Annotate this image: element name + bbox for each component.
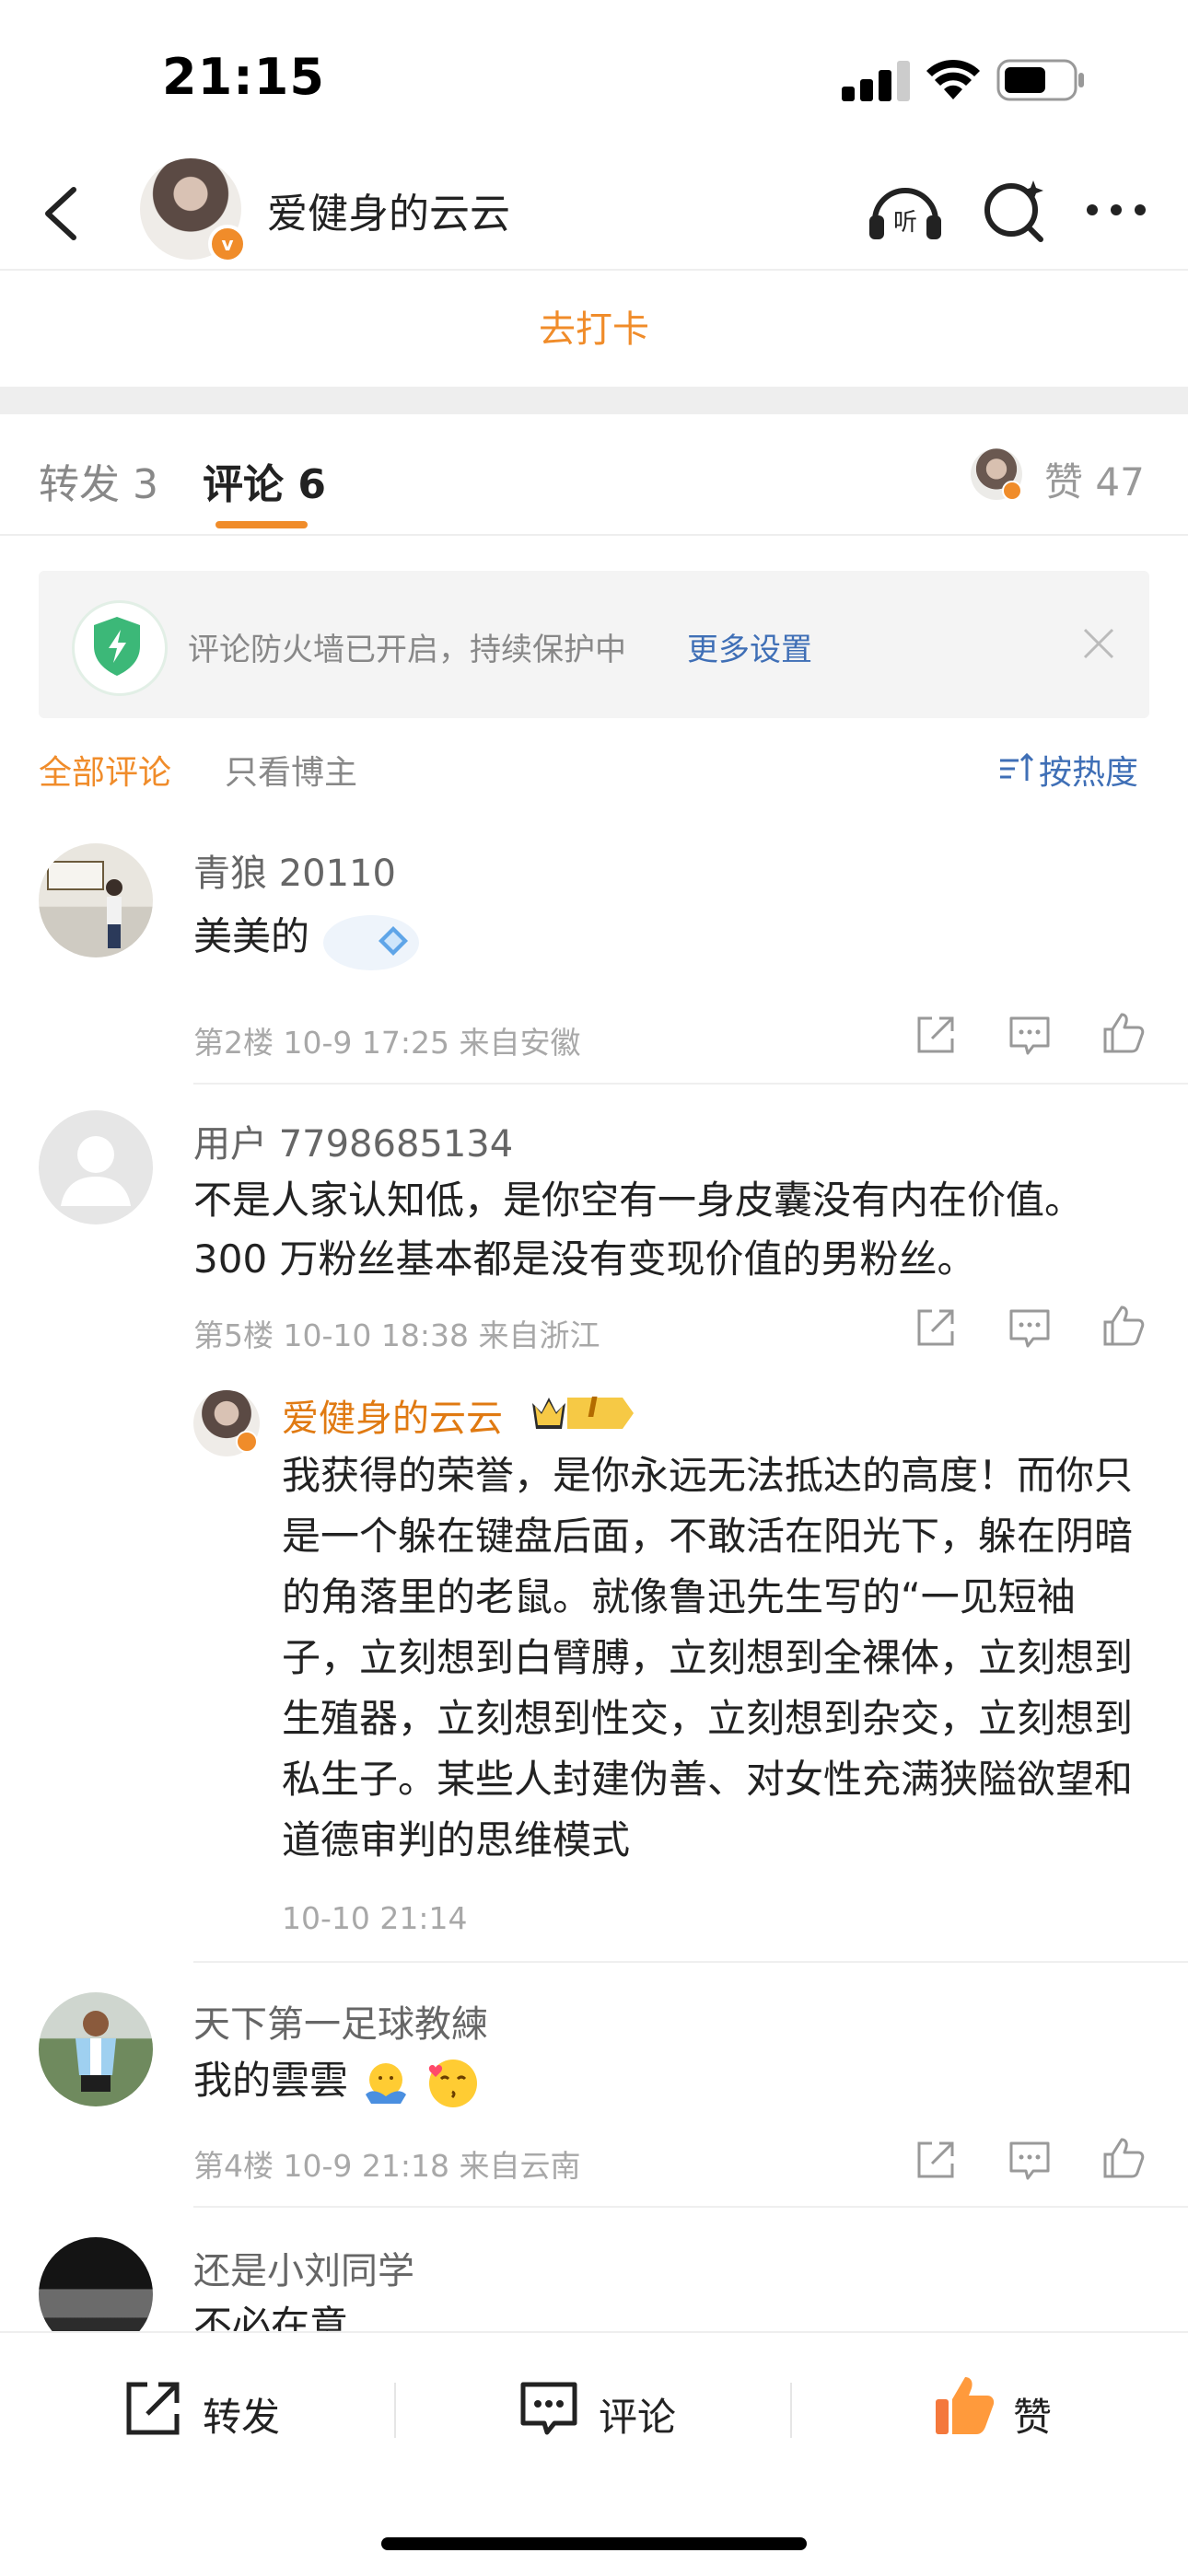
comment-separator bbox=[193, 1961, 1188, 1963]
sort-icon[interactable] bbox=[998, 749, 1035, 786]
battery-icon bbox=[996, 59, 1084, 101]
comment-meta: 第4楼 10-9 21:18 来自云南 bbox=[193, 2148, 581, 2184]
comment-icon[interactable] bbox=[1006, 1304, 1054, 1352]
section-band bbox=[0, 387, 1188, 414]
status-time: 21:15 bbox=[162, 48, 325, 106]
shield-icon-wrap bbox=[72, 600, 168, 696]
comment-username[interactable]: 天下第一足球教練 bbox=[193, 1994, 488, 2048]
comment-text-content: 我的雲雲 bbox=[193, 2058, 349, 2103]
crown-badge-icon bbox=[532, 1398, 634, 1429]
like-icon[interactable] bbox=[1100, 1009, 1147, 1057]
like-button[interactable]: 赞 bbox=[1013, 2386, 1052, 2443]
wifi-icon bbox=[926, 59, 980, 99]
level-badge: I bbox=[588, 1392, 599, 1424]
sort-by-hot[interactable]: 按热度 bbox=[1039, 746, 1138, 794]
share-icon[interactable] bbox=[912, 2136, 960, 2184]
comment-username[interactable]: 还是小刘同学 bbox=[193, 2241, 414, 2294]
kiss-emoji-icon bbox=[428, 2059, 477, 2107]
reply-time: 10-10 21:14 bbox=[282, 1900, 468, 1936]
comment-text: 美美的 bbox=[193, 902, 426, 976]
comment-text: 我的雲雲 bbox=[193, 2051, 482, 2112]
comment-username[interactable]: 用户 7798685134 bbox=[193, 1114, 513, 1167]
default-avatar-icon bbox=[61, 1136, 131, 1206]
like-count[interactable]: 赞 47 bbox=[1044, 451, 1145, 507]
repost-button[interactable]: 转发 bbox=[203, 2386, 280, 2443]
comment-icon[interactable] bbox=[1006, 2136, 1054, 2184]
home-indicator bbox=[381, 2537, 807, 2550]
tab-reposts[interactable]: 转发 3 bbox=[39, 451, 158, 510]
svg-text:听: 听 bbox=[893, 209, 917, 237]
hug-emoji-icon bbox=[366, 2062, 407, 2104]
comment-separator bbox=[193, 2206, 1188, 2208]
comment-username[interactable]: 青狼 20110 bbox=[193, 843, 396, 897]
header-divider bbox=[0, 269, 1188, 271]
filter-all-comments[interactable]: 全部评论 bbox=[39, 746, 171, 794]
checkin-button[interactable]: 去打卡 bbox=[0, 273, 1188, 387]
comment-icon[interactable] bbox=[1006, 1011, 1054, 1059]
author-name[interactable]: 爱健身的云云 bbox=[267, 180, 510, 239]
share-icon[interactable] bbox=[912, 1304, 960, 1352]
reply-username[interactable]: 爱健身的云云 bbox=[282, 1388, 503, 1442]
comment-separator bbox=[193, 1083, 1188, 1085]
share-icon[interactable] bbox=[912, 1011, 960, 1059]
tab-comments[interactable]: 评论 6 bbox=[203, 451, 326, 510]
like-icon[interactable] bbox=[1100, 2134, 1147, 2182]
avatar[interactable] bbox=[39, 1992, 153, 2106]
like-filled-icon[interactable] bbox=[930, 2370, 1000, 2440]
tabs-divider bbox=[0, 534, 1188, 536]
comment-button[interactable]: 评论 bbox=[599, 2386, 676, 2443]
avatar-image bbox=[76, 2011, 116, 2092]
avatar-image bbox=[47, 861, 122, 948]
comment-meta: 第2楼 10-9 17:25 来自安徽 bbox=[193, 1025, 581, 1061]
more-icon[interactable] bbox=[1083, 173, 1149, 247]
verified-badge bbox=[236, 1431, 258, 1453]
comment-bar-icon[interactable] bbox=[516, 2375, 582, 2442]
repost-icon[interactable] bbox=[120, 2375, 186, 2442]
filter-host-only[interactable]: 只看博主 bbox=[225, 746, 357, 794]
shield-icon bbox=[94, 617, 140, 676]
search-icon[interactable] bbox=[978, 173, 1052, 247]
avatar[interactable] bbox=[39, 843, 153, 957]
signal-icon bbox=[842, 61, 910, 101]
bar-separator bbox=[790, 2383, 792, 2438]
like-icon[interactable] bbox=[1100, 1302, 1147, 1350]
close-icon[interactable] bbox=[1077, 622, 1120, 665]
verified-badge bbox=[1002, 481, 1022, 501]
tab-indicator bbox=[215, 521, 308, 528]
firewall-text: 评论防火墙已开启，持续保护中 bbox=[188, 632, 626, 668]
reply-text: 我获得的荣誉，是你永远无法抵达的高度！而你只是一个躲在键盘后面，不敢活在阳光下，… bbox=[282, 1453, 1134, 1862]
avatar[interactable] bbox=[39, 1110, 153, 1224]
comment-meta: 第5楼 10-10 18:38 来自浙江 bbox=[193, 1317, 600, 1353]
diamond-sticker-icon bbox=[323, 915, 420, 970]
comment-text: 不是人家认知低，是你空有一身皮囊没有内在价值。300 万粉丝基本都是没有变现价值… bbox=[193, 1178, 1084, 1282]
listen-icon[interactable]: 听 bbox=[866, 173, 945, 247]
bar-separator bbox=[394, 2383, 396, 2438]
verified-badge: v bbox=[208, 225, 247, 263]
more-settings-link[interactable]: 更多设置 bbox=[687, 624, 812, 669]
comment-text-content: 美美的 bbox=[193, 913, 310, 959]
back-icon[interactable] bbox=[28, 177, 101, 250]
